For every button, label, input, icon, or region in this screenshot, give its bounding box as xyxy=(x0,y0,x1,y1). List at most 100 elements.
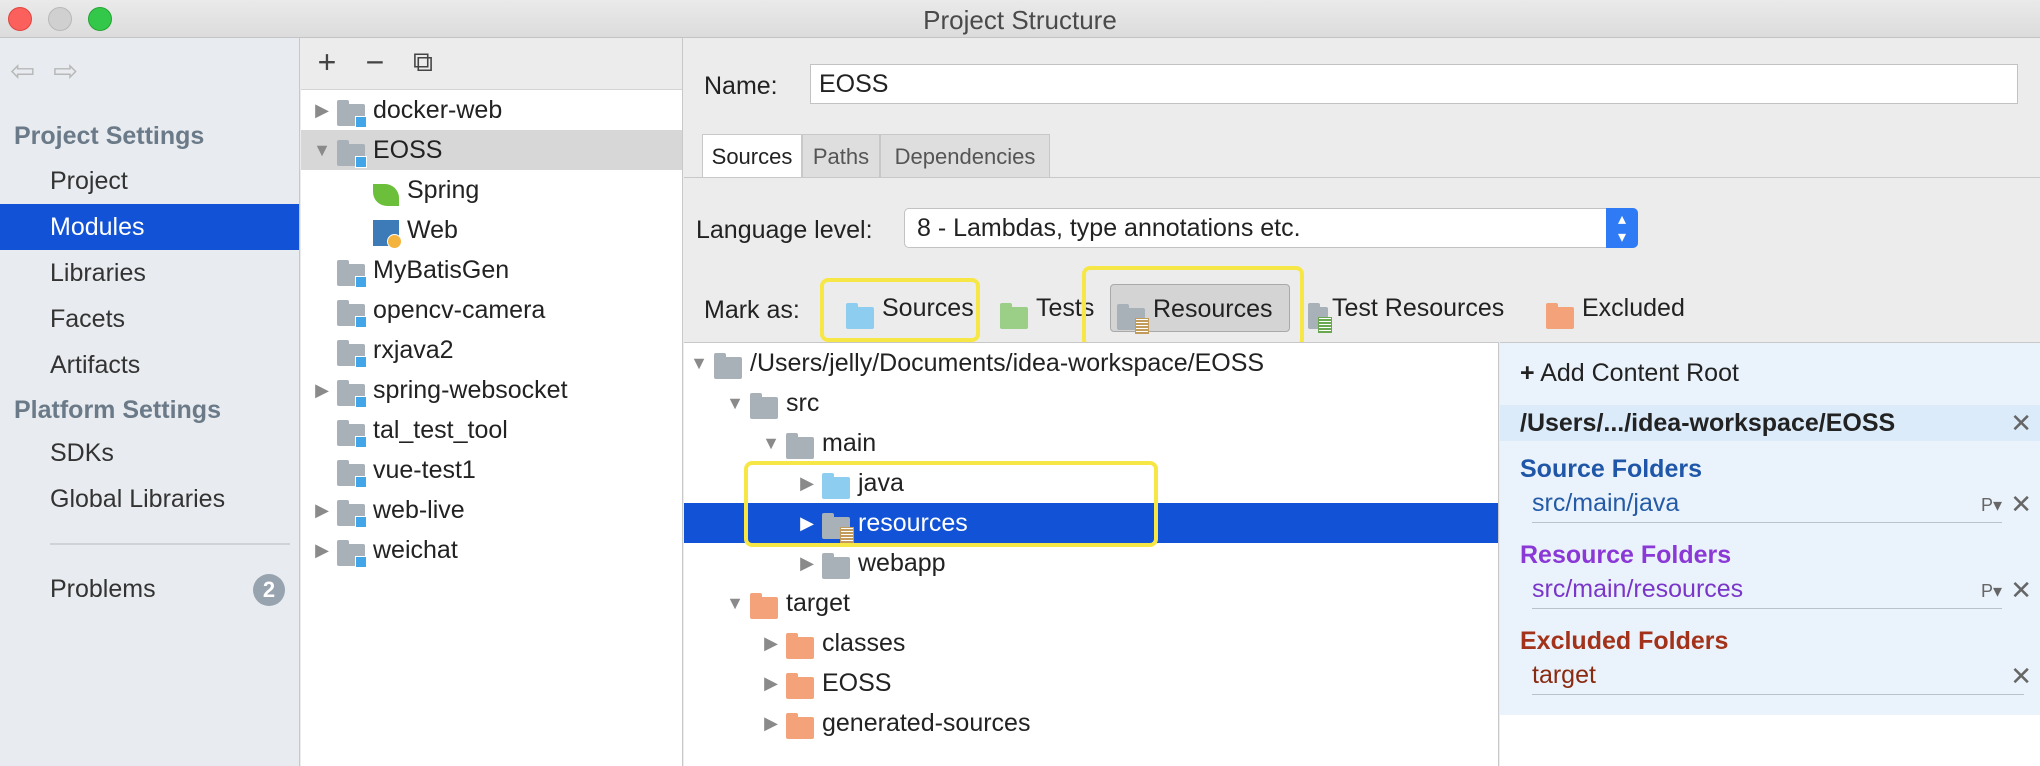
window-title: Project Structure xyxy=(923,5,1117,35)
nav-history-arrows: ⇦⇨ xyxy=(10,54,96,89)
content-root-panel: + Add Content Root /Users/.../idea-works… xyxy=(1500,342,2040,766)
folder-icon xyxy=(822,553,850,579)
mark-tests-button[interactable]: Tests xyxy=(994,284,1102,332)
tree-row-src[interactable]: ▼ src xyxy=(684,383,1498,423)
mark-sources-button[interactable]: Sources xyxy=(840,284,974,332)
module-name-input[interactable]: EOSS xyxy=(810,64,2018,104)
nav-item-facets[interactable]: Facets xyxy=(0,296,299,342)
module-folder-icon xyxy=(337,260,367,288)
sources-folder-icon xyxy=(846,303,874,329)
collapse-arrow-icon[interactable]: ▼ xyxy=(720,583,750,623)
add-content-root-button[interactable]: + Add Content Root xyxy=(1520,359,1739,388)
add-module-button[interactable]: + xyxy=(307,44,347,81)
problems-count-badge: 2 xyxy=(253,574,285,606)
module-folder-icon xyxy=(337,460,367,488)
test-resources-folder-icon xyxy=(1308,303,1332,333)
expand-arrow-icon[interactable]: ▶ xyxy=(307,490,337,530)
collapse-arrow-icon[interactable]: ▼ xyxy=(720,383,750,423)
expand-arrow-icon[interactable]: ▶ xyxy=(792,543,822,583)
module-row-weichat[interactable]: ▶ weichat xyxy=(301,530,682,570)
module-row-mybatisgen[interactable]: MyBatisGen xyxy=(301,250,682,290)
language-level-select[interactable]: 8 - Lambdas, type annotations etc. ▴ ▾ xyxy=(904,208,1638,248)
nav-item-modules[interactable]: Modules xyxy=(0,204,299,250)
source-folder-entry[interactable]: src/main/java xyxy=(1532,489,2002,523)
folder-icon xyxy=(714,353,742,379)
excluded-folder-entry[interactable]: target xyxy=(1532,661,2024,695)
expand-arrow-icon[interactable]: ▶ xyxy=(307,530,337,570)
back-arrow-icon[interactable]: ⇦ xyxy=(10,55,53,88)
resource-folder-entry[interactable]: src/main/resources xyxy=(1532,575,2002,609)
tree-row-webapp[interactable]: ▶ webapp xyxy=(684,543,1498,583)
collapse-arrow-icon[interactable]: ▼ xyxy=(307,130,337,170)
plus-icon: + xyxy=(1520,359,1535,387)
expand-arrow-icon[interactable]: ▶ xyxy=(792,503,822,543)
remove-source-folder-icon[interactable]: ✕ xyxy=(2010,489,2032,520)
nav-item-artifacts[interactable]: Artifacts xyxy=(0,342,299,388)
module-folder-icon xyxy=(337,300,367,328)
excluded-folder-icon xyxy=(786,673,814,699)
properties-dropdown-icon[interactable]: P▾ xyxy=(1981,495,2002,516)
collapse-arrow-icon[interactable]: ▼ xyxy=(756,423,786,463)
select-stepper-icon[interactable]: ▴ ▾ xyxy=(1606,208,1638,248)
module-folder-icon xyxy=(337,540,367,568)
remove-module-button[interactable]: − xyxy=(355,44,395,81)
tab-separator xyxy=(684,177,2040,178)
tab-sources[interactable]: Sources xyxy=(702,134,802,178)
project-settings-header: Project Settings xyxy=(14,122,205,150)
remove-excluded-folder-icon[interactable]: ✕ xyxy=(2010,661,2032,692)
resource-folders-title: Resource Folders xyxy=(1520,541,1732,569)
remove-content-root-icon[interactable]: ✕ xyxy=(2010,405,2032,441)
mark-test-resources-button[interactable]: Test Resources xyxy=(1302,284,1530,333)
module-row-eoss[interactable]: ▼ EOSS xyxy=(301,130,682,170)
tree-row-generated-sources[interactable]: ▶ generated-sources xyxy=(684,703,1498,743)
tree-row-java[interactable]: ▶ java xyxy=(684,463,1498,503)
source-folders-title: Source Folders xyxy=(1520,455,1702,483)
module-row-tal-test-tool[interactable]: tal_test_tool xyxy=(301,410,682,450)
tree-row-resources[interactable]: ▶ resources xyxy=(684,503,1498,543)
module-row-vue-test1[interactable]: vue-test1 xyxy=(301,450,682,490)
expand-arrow-icon[interactable]: ▶ xyxy=(756,663,786,703)
facet-row-spring[interactable]: Spring xyxy=(301,170,682,210)
remove-resource-folder-icon[interactable]: ✕ xyxy=(2010,575,2032,606)
web-facet-icon xyxy=(373,220,402,249)
module-folder-icon xyxy=(337,340,367,368)
module-row-docker-web[interactable]: ▶ docker-web xyxy=(301,90,682,130)
module-folder-icon xyxy=(337,420,367,448)
expand-arrow-icon[interactable]: ▶ xyxy=(307,90,337,130)
expand-arrow-icon[interactable]: ▶ xyxy=(307,370,337,410)
nav-item-sdks[interactable]: SDKs xyxy=(0,430,299,476)
content-root-tree: ▼/Users/jelly/Documents/idea-workspace/E… xyxy=(684,342,1499,766)
nav-item-project[interactable]: Project xyxy=(0,158,299,204)
nav-item-problems[interactable]: Problems 2 xyxy=(0,566,299,612)
module-detail-pane: Name: EOSS Sources Paths Dependencies La… xyxy=(684,38,2040,766)
module-row-opencv-camera[interactable]: opencv-camera xyxy=(301,290,682,330)
facet-row-web[interactable]: Web xyxy=(301,210,682,250)
tree-row-eoss-target[interactable]: ▶ EOSS xyxy=(684,663,1498,703)
tests-folder-icon xyxy=(1000,303,1028,329)
expand-arrow-icon[interactable]: ▶ xyxy=(756,623,786,663)
module-folder-icon xyxy=(337,500,367,528)
module-row-rxjava2[interactable]: rxjava2 xyxy=(301,330,682,370)
module-row-web-live[interactable]: ▶ web-live xyxy=(301,490,682,530)
tree-row-classes[interactable]: ▶ classes xyxy=(684,623,1498,663)
properties-dropdown-icon[interactable]: P▾ xyxy=(1981,581,2002,602)
expand-arrow-icon[interactable]: ▶ xyxy=(756,703,786,743)
copy-module-button[interactable]: ⧉ xyxy=(403,46,443,79)
nav-item-libraries[interactable]: Libraries xyxy=(0,250,299,296)
nav-divider xyxy=(50,543,290,545)
nav-item-global-libraries[interactable]: Global Libraries xyxy=(0,476,299,522)
excluded-folder-icon xyxy=(786,633,814,659)
expand-arrow-icon[interactable]: ▶ xyxy=(792,463,822,503)
tab-dependencies[interactable]: Dependencies xyxy=(880,134,1050,178)
tree-row-content-root[interactable]: ▼/Users/jelly/Documents/idea-workspace/E… xyxy=(684,343,1498,383)
mark-resources-button[interactable]: Resources xyxy=(1110,284,1290,334)
problems-label: Problems xyxy=(50,575,156,603)
mark-excluded-button[interactable]: Excluded xyxy=(1540,284,1700,332)
language-level-label: Language level: xyxy=(696,216,873,244)
collapse-arrow-icon[interactable]: ▼ xyxy=(684,343,714,383)
tab-paths[interactable]: Paths xyxy=(802,134,880,178)
module-row-spring-websocket[interactable]: ▶ spring-websocket xyxy=(301,370,682,410)
tree-row-main[interactable]: ▼ main xyxy=(684,423,1498,463)
forward-arrow-icon[interactable]: ⇨ xyxy=(53,55,96,88)
tree-row-target[interactable]: ▼ target xyxy=(684,583,1498,623)
